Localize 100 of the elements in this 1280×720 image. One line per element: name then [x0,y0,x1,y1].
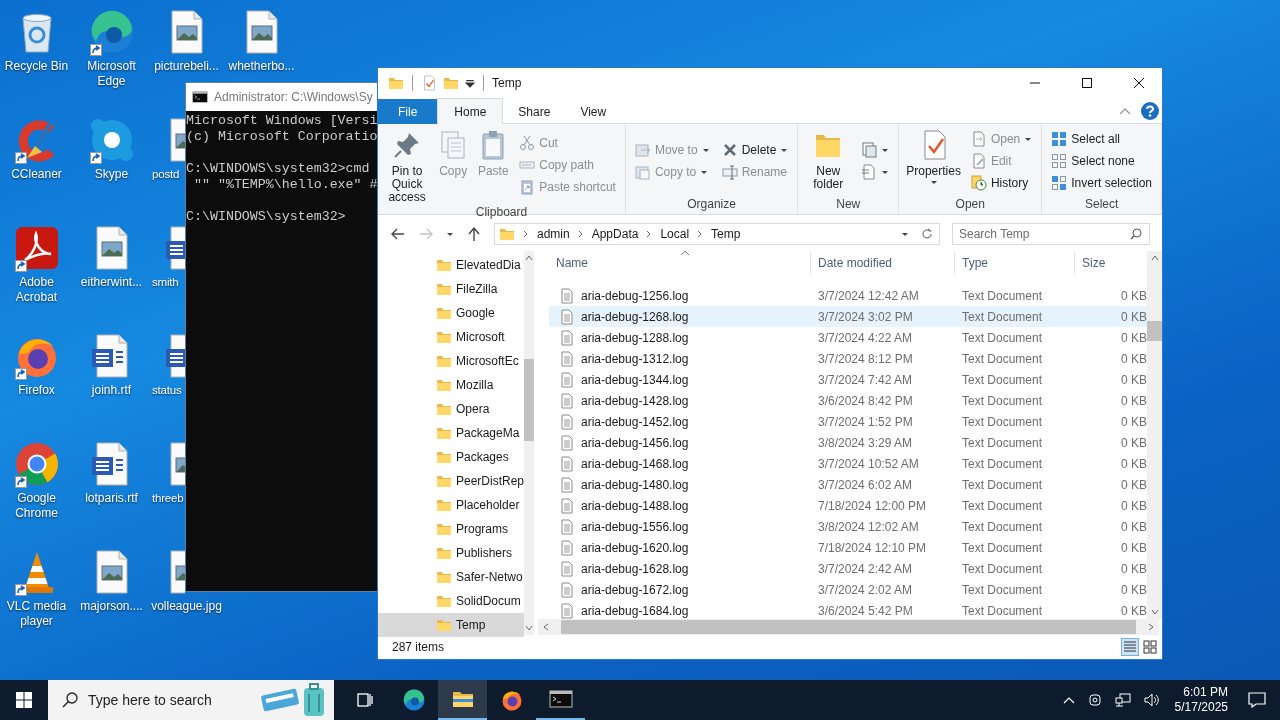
ribbon-button[interactable]: Properties [903,126,964,196]
large-icons-view-icon[interactable] [1142,639,1158,655]
chevron-icon[interactable] [523,230,529,238]
scrollbar[interactable] [524,251,534,635]
dropdown-icon[interactable] [446,230,454,238]
shortcut-arrow-icon [89,44,102,56]
folder-tree-item[interactable]: Temp [378,613,525,637]
column-header[interactable]: Type [955,251,1075,275]
notification-icon[interactable] [1248,692,1266,708]
check-document-icon[interactable] [421,75,437,91]
file-row[interactable]: aria-debug-1628.log 3/7/2024 2:42 AM Text Document 0 KB [549,558,1147,579]
icon-label: status [151,383,182,398]
ribbon-button[interactable]: History [967,174,1036,192]
folder-tree-item[interactable]: SolidDocum [378,589,525,613]
file-name: aria-debug-1488.log [581,498,689,513]
file-row[interactable]: aria-debug-1620.log 7/18/2024 12:10 PM Text Document 0 KB [549,537,1147,558]
scroll-thumb[interactable] [1147,321,1162,341]
ribbon-button[interactable]: Select all [1048,130,1155,148]
chevron-icon[interactable] [646,230,653,238]
icon-label: Adobe Acrobat [14,275,59,305]
file-row[interactable]: aria-debug-1452.log 3/7/2024 1:52 PM Text Document 0 KB [549,411,1147,432]
ribbon-button[interactable]: Select none [1048,152,1155,170]
file-row[interactable]: aria-debug-1312.log 3/7/2024 8:12 PM Text Document 0 KB [549,348,1147,369]
search-field[interactable]: Search Temp [952,223,1150,245]
network-icon[interactable] [1114,692,1131,708]
collapse-ribbon-icon[interactable] [1119,107,1131,115]
dropdown-icon[interactable] [465,78,475,88]
folder-tree-item[interactable]: Opera [378,397,525,421]
ribbon-button[interactable]: Delete [718,141,792,159]
file-name: aria-debug-1312.log [581,351,689,366]
file-row[interactable]: aria-debug-1256.log 3/7/2024 12:42 AM Text Document 0 KB [549,285,1147,306]
scroll-up-icon[interactable] [525,255,533,261]
file-row[interactable]: aria-debug-1344.log 3/7/2024 7:42 AM Text Document 0 KB [549,369,1147,390]
chevron-icon[interactable] [577,230,584,238]
table-cell-text: Text Document [961,519,1044,534]
clock-date[interactable]: 5/17/2025 [1174,700,1228,715]
camera-icon[interactable] [1086,692,1103,708]
chevron-icon[interactable] [697,230,704,238]
dropdown-icon [881,146,890,154]
folder-tree-item[interactable]: Microsoft [378,325,525,349]
back-arrow-icon[interactable] [390,226,406,242]
file-menu-tab[interactable]: File [378,99,438,124]
column-header[interactable]: Size [1075,251,1147,275]
folder-tree-item[interactable]: Google [378,301,525,325]
folder-tree-item[interactable]: Safer-Netwo [378,565,525,589]
help-icon[interactable] [1141,102,1159,120]
taskbar-button[interactable] [438,680,487,720]
file-row[interactable]: aria-debug-1684.log 3/6/2024 5:42 PM Text Document 0 KB [549,600,1147,621]
up-arrow-icon[interactable] [466,226,482,242]
folder-tree-item[interactable]: Mozilla [378,373,525,397]
folder-tree-item[interactable]: Placeholder [378,493,525,517]
column-header[interactable]: Name [549,251,811,275]
table-cell-text: 3/7/2024 8:12 PM [817,351,914,366]
new-item-icon [861,142,878,158]
refresh-icon[interactable] [919,228,935,240]
clock-time[interactable]: 6:01 PM [1183,685,1228,700]
file-row[interactable]: aria-debug-1480.log 3/7/2024 6:02 AM Text Document 0 KB [549,474,1147,495]
column-header[interactable]: Date modified [811,251,955,275]
scroll-thumb[interactable] [561,620,1136,634]
scrollbar[interactable] [538,619,1159,635]
icon-label: CCleaner [10,167,63,182]
file-row[interactable]: aria-debug-1556.log 3/8/2024 12:02 AM Text Document 0 KB [549,516,1147,537]
icon-label: smith [151,275,179,290]
folder-tree-item[interactable]: MicrosoftEc [378,349,525,373]
scroll-down-icon[interactable] [1150,609,1159,615]
folder-tree-item[interactable]: PackageMa [378,421,525,445]
file-row[interactable]: aria-debug-1468.log 3/7/2024 10:52 AM Text Document 0 KB [549,453,1147,474]
details-view-icon[interactable] [1122,639,1138,655]
ribbon-button[interactable]: Pin to Quick access [382,126,433,204]
folder-tree-item[interactable]: FileZilla [378,277,525,301]
file-row[interactable]: aria-debug-1456.log 3/8/2024 3:29 AM Text Document 0 KB [549,432,1147,453]
ribbon-button[interactable]: New folder [802,126,855,196]
file-row[interactable]: aria-debug-1428.log 3/6/2024 8:42 PM Text Document 0 KB [549,390,1147,411]
ribbon-button[interactable]: Invert selection [1048,174,1155,192]
folder-tree-item[interactable]: Programs [378,517,525,541]
file-name: aria-debug-1344.log [581,372,689,387]
ribbon-tab[interactable]: Share [503,99,566,124]
ribbon-tab[interactable]: Home [437,98,504,124]
ribbon-tab[interactable]: View [565,99,622,124]
folder-tree-item[interactable]: PeerDistRep [378,469,525,493]
file-row[interactable]: aria-debug-1268.log 3/7/2024 3:02 PM Text Document 0 KB [549,306,1147,327]
file-row[interactable]: aria-debug-1288.log 3/7/2024 4:22 AM Text Document 0 KB [549,327,1147,348]
file-row[interactable]: aria-debug-1672.log 3/7/2024 2:02 AM Text Document 0 KB [549,579,1147,600]
scrollbar[interactable] [1147,251,1162,619]
text-file-icon [559,581,575,598]
chevron-up-icon[interactable] [1062,696,1075,704]
folder-tree-item[interactable]: Packages [378,445,525,469]
scroll-down-icon[interactable] [525,625,533,631]
folder-tree-item[interactable]: Publishers [378,541,525,565]
scroll-right-icon[interactable] [1148,623,1154,631]
file-row[interactable]: aria-debug-1488.log 7/18/2024 12:00 PM Text Document 0 KB [549,495,1147,516]
address-bar[interactable]: admin AppData Local Temp [494,223,940,245]
folder-tree-item[interactable]: ElevatedDia [378,253,525,277]
scroll-up-icon[interactable] [1150,255,1159,261]
volume-icon[interactable] [1142,692,1159,708]
edit-document-icon [970,153,987,169]
table-cell-text: 0 KB [1120,288,1147,303]
scroll-left-icon[interactable] [543,623,549,631]
scroll-thumb[interactable] [524,359,534,441]
file-name: aria-debug-1672.log [581,582,689,597]
